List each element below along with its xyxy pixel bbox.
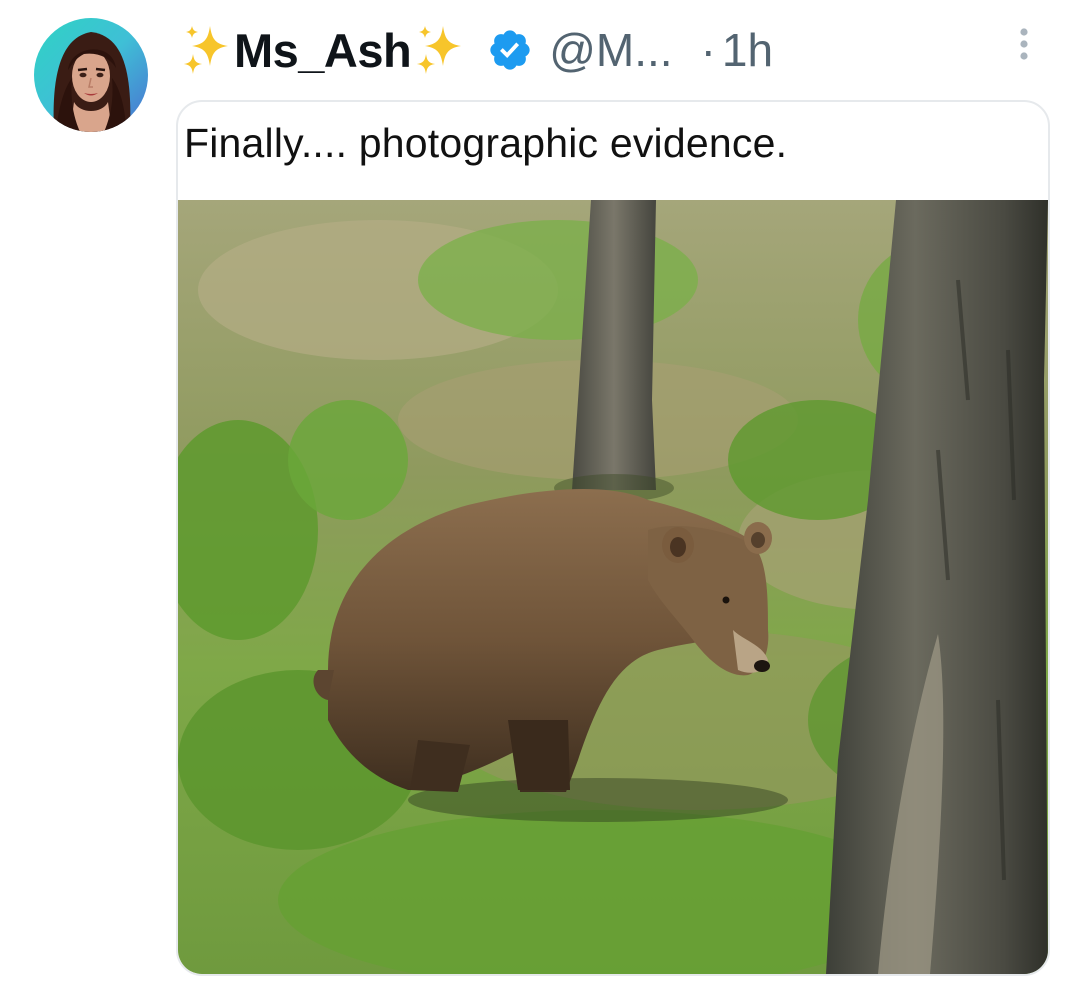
avatar-image — [34, 18, 148, 132]
author-handle[interactable]: @M... — [549, 23, 672, 77]
author-avatar[interactable] — [34, 18, 148, 132]
more-options-icon[interactable] — [1006, 22, 1042, 70]
author-display-name[interactable]: Ms_Ash — [234, 23, 412, 78]
tweet-header: Ms_Ash @M... · 1h — [180, 14, 773, 86]
verified-badge-icon[interactable] — [487, 27, 533, 73]
bear-photo[interactable] — [178, 200, 1048, 974]
sparkles-icon — [180, 22, 232, 78]
sparkles-icon — [413, 22, 465, 78]
separator-dot: · — [700, 24, 716, 76]
tweet-timestamp[interactable]: 1h — [722, 23, 773, 77]
tweet-media-card[interactable]: Finally.... photographic evidence. — [176, 100, 1050, 976]
image-caption: Finally.... photographic evidence. — [184, 120, 788, 166]
